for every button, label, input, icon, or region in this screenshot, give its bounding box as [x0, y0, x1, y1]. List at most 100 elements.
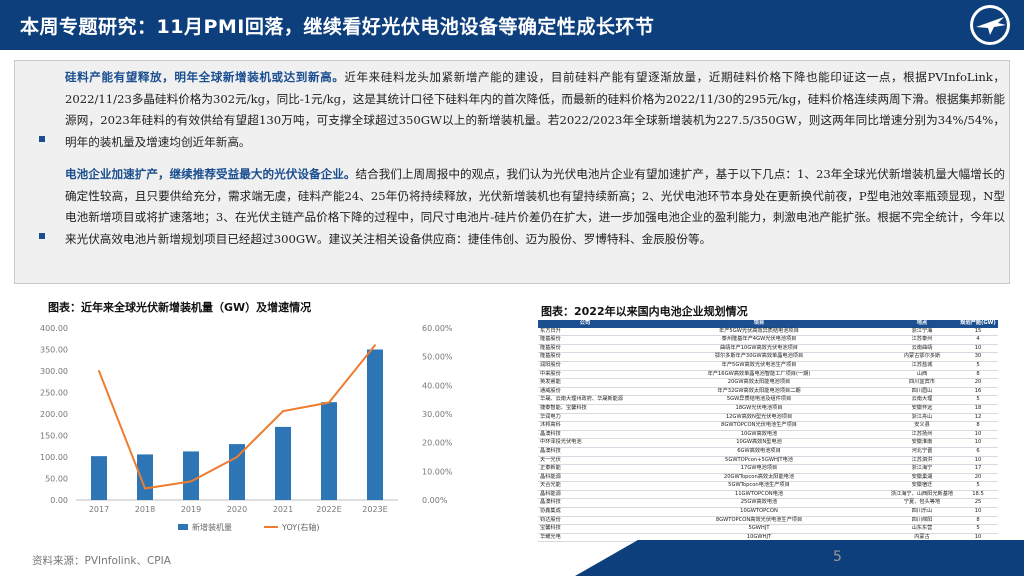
- table-row: 钧达股份 8GWTOPCON高效光伏电池生产项目 四川绵阳 8: [538, 516, 998, 526]
- table-cell: 中来股份: [538, 370, 632, 380]
- table-cell: 5: [958, 524, 998, 534]
- paragraph-lead: 电池企业加速扩产，继续推荐受益最大的光伏设备企业。: [65, 167, 356, 181]
- table-cell: 年产16GW高效单晶电池智能工厂项目(一期): [632, 370, 886, 380]
- table-cell: 4: [958, 335, 998, 345]
- table-cell: 18.5: [958, 490, 998, 500]
- table-cell: 8: [958, 370, 998, 380]
- table-cell: 8: [958, 516, 998, 526]
- plan-table: 公司 项目 地点 规划产能(GW) 东方日升 年产5GW光伏高效异质结电池项目 浙江宁海 1…: [538, 320, 998, 543]
- table-cell: 晶科能源: [538, 473, 632, 483]
- table-cell: 宁夏、包头等地: [886, 498, 958, 509]
- table-cell: 8: [958, 421, 998, 431]
- summary-box: 硅料产能有望释放，明年全球新增装机或达到新高。近年来硅料龙头加紧新增产能的建设，…: [14, 60, 1010, 284]
- paragraph-lead: 硅料产能有望释放，明年全球新增装机或达到新高。: [65, 70, 345, 84]
- table-cell: 5GWHJT: [632, 524, 886, 534]
- bar: [91, 456, 107, 500]
- table-cell: 安徽宿迁: [886, 481, 958, 491]
- table-cell: 江苏盐城: [886, 361, 958, 371]
- table-cell: 安义县: [886, 421, 958, 431]
- y-tick-label: 150.00: [40, 432, 68, 441]
- table-cell: 钧达股份: [538, 516, 632, 526]
- install-chart: 0.00 50.00 100.00 150.00 200.00 250.00 300.00 3…: [40, 324, 453, 532]
- table-cell: 20: [958, 473, 998, 483]
- table-cell: 11GWTOPCON电池: [632, 490, 886, 500]
- table-cell: 20: [958, 378, 998, 388]
- table-cell: 18: [958, 404, 998, 414]
- table-cell: 12: [958, 413, 998, 423]
- table-cell: 15: [958, 327, 998, 337]
- y-tick-label: 350.00: [40, 346, 68, 355]
- table-cell: 年产32GW高效太阳能电池项目二期: [632, 387, 886, 397]
- table-cell: 安徽淮南: [886, 438, 958, 448]
- yoy-point: [282, 410, 284, 413]
- table-cell: 20GW高效太阳能电池项目: [632, 378, 886, 388]
- table-cell: 协鑫集成: [538, 507, 632, 517]
- legend-label: YOY(右轴): [281, 522, 319, 532]
- title-bar: 本周专题研究：11月PMI回落，继续看好光伏电池设备等确定性成长环节: [0, 0, 1024, 50]
- table-cell: 东方日升: [538, 327, 632, 337]
- table-cell: 10GW高效N型电池: [632, 438, 886, 448]
- table-row: 沐邦高科 8GWTOPCON光伏电池生产项目 安义县 8: [538, 421, 998, 431]
- table-cell: 25GW高效电池: [632, 498, 886, 509]
- table-cell: 5: [958, 481, 998, 491]
- table-row: 英发睿能 20GW高效太阳能电池项目 四川宜宾市 20: [538, 378, 998, 388]
- y-tick-label: 100.00: [40, 453, 68, 462]
- y-tick-label: 250.00: [40, 389, 68, 398]
- table-cell: 浙江舟山: [886, 413, 958, 423]
- table-cell: 晶科能源: [538, 490, 632, 500]
- table-row: 润阳股份 年产5GW高效光伏电池生产项目 江苏盐城 5: [538, 361, 998, 371]
- yoy-point: [144, 487, 146, 490]
- table-cell: 17GW电池项目: [632, 464, 886, 474]
- table-cell: 晶澳科技: [538, 498, 632, 509]
- y2-tick-label: 10.00%: [422, 467, 453, 476]
- table-header-cell: 项目: [632, 320, 886, 328]
- table-row: 天合光能 5GWTopcon电池生产项目 安徽宿迁 5: [538, 481, 998, 491]
- footer-band: [575, 540, 1024, 576]
- table-cell: 四川眉山: [886, 387, 958, 397]
- table-cell: 10: [958, 456, 998, 466]
- bar: [183, 451, 199, 500]
- chart-title: 图表：近年来全球光伏新增装机量（GW）及增速情况: [48, 301, 312, 314]
- table-cell: 山东东营: [886, 524, 958, 534]
- table-cell: 10: [958, 430, 998, 440]
- yoy-point: [236, 456, 238, 458]
- table-cell: 隆基股份: [538, 352, 632, 362]
- table-row: 华晟、云南大理州政府、华晟新能源 5GW异质结电池及组件项目 云南大理 5: [538, 395, 998, 405]
- legend-swatch: [178, 524, 188, 530]
- paragraph-silicon: 硅料产能有望释放，明年全球新增装机或达到新高。近年来硅料龙头加紧新增产能的建设，…: [65, 67, 1005, 153]
- brand-logo-icon: [970, 5, 1010, 45]
- x-tick-label: 2020: [227, 505, 247, 514]
- x-tick-label: 2018: [135, 505, 155, 514]
- table-row: 中来股份 年产16GW高效单晶电池智能工厂项目(一期) 山西 8: [538, 370, 998, 380]
- table-cell: 浙江海宁: [886, 464, 958, 474]
- table-cell: 云南大理: [886, 395, 958, 405]
- y-tick-label: 300.00: [40, 367, 68, 376]
- table-cell: 18GW光伏电池项目: [632, 404, 886, 414]
- table-cell: 山西: [886, 370, 958, 380]
- table-cell: 20GWTopcon高效太阳能电池: [632, 473, 886, 483]
- y2-tick-label: 50.00%: [422, 353, 453, 362]
- table-cell: 江苏泗洪: [886, 456, 958, 466]
- table-cell: 10: [958, 344, 998, 354]
- table-cell: 江苏泰州: [886, 335, 958, 345]
- table-row: 华润电力 12GW高效N型光伏电池项目 浙江舟山 12: [538, 413, 998, 423]
- table-cell: 河北宁晋: [886, 447, 958, 457]
- table-cell: 捷泰智能、宝馨科技: [538, 404, 632, 414]
- table-cell: 四川宜宾市: [886, 378, 958, 388]
- table-row: 隆基股份 泰州隆基年产4GW光伏电池项目 江苏泰州 4: [538, 335, 998, 345]
- table-cell: 四川乐山: [886, 507, 958, 517]
- table-row: 隆基股份 鄂尔多斯年产30GW高效单晶电池项目 内蒙古鄂尔多斯 30: [538, 352, 998, 362]
- table-row: 晶澳科技 25GW高效电池 宁夏、包头等地 25: [538, 498, 998, 509]
- table-header-row: 公司 项目 地点 规划产能(GW): [538, 320, 998, 328]
- source-note: 资料来源：PVInfolink、CPIA: [32, 555, 171, 567]
- table-cell: 润阳股份: [538, 361, 632, 371]
- table-row: 晶科能源 11GWTOPCON电池 浙江海宁、山西阳光新基地 18.5: [538, 490, 998, 500]
- table-cell: 泰州隆基年产4GW光伏电池项目: [632, 335, 886, 345]
- table-cell: 浙江海宁、山西阳光新基地: [886, 490, 958, 500]
- table-cell: 年产5GW光伏高效异质结电池项目: [632, 327, 886, 337]
- table-header-cell: 公司: [538, 320, 632, 328]
- table-cell: 正泰新能: [538, 464, 632, 474]
- table-cell: 华晟、云南大理州政府、华晟新能源: [538, 395, 632, 405]
- page-number: 5: [833, 549, 842, 565]
- table-cell: 英发睿能: [538, 378, 632, 388]
